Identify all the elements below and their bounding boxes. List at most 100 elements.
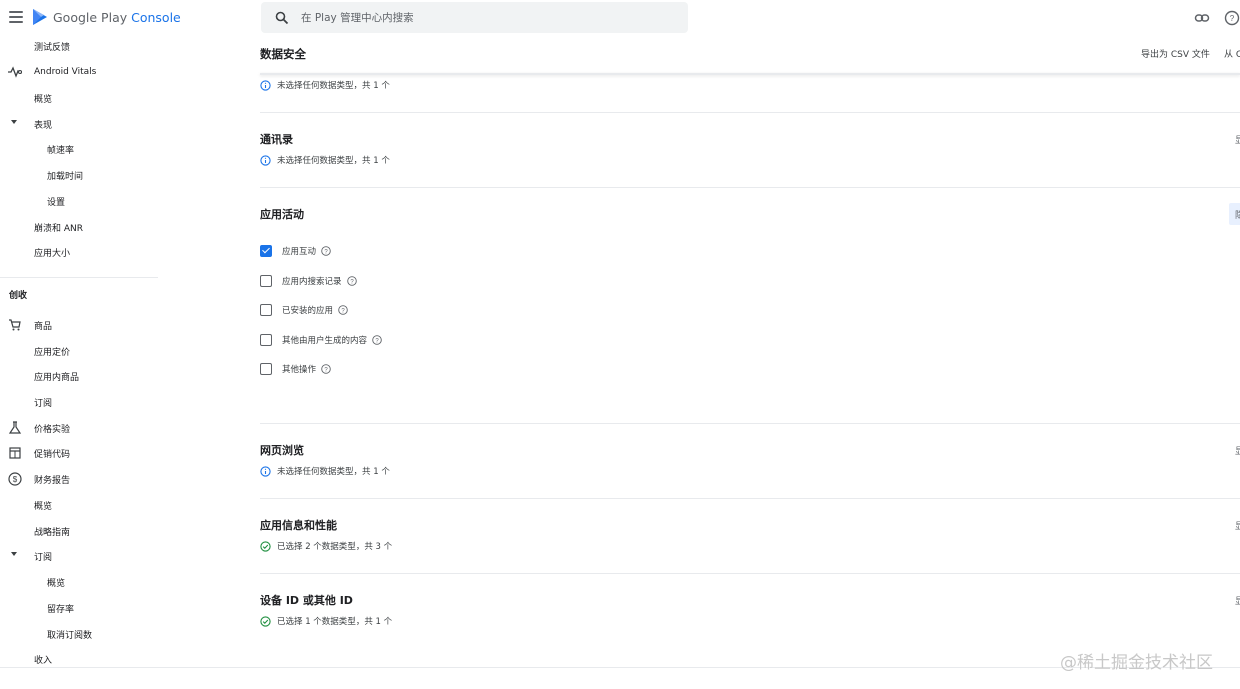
sidebar-item-label: 收入 [34, 655, 53, 666]
sidebar-item-label: 商品 [34, 321, 53, 332]
sidebar-item-promo-codes[interactable]: 促销代码 [9, 443, 71, 463]
sidebar-item-label: 测试反馈 [34, 42, 71, 53]
sidebar-item-subscriptions[interactable]: 订阅 [34, 392, 52, 412]
checkbox-label: 其他操作 [282, 365, 317, 375]
section-title-contacts: 通讯录 [260, 133, 293, 146]
info-text: 未选择任何数据类型，共 1 个 [277, 156, 390, 166]
divider [260, 573, 1240, 574]
import-button[interactable]: 从 C [1224, 47, 1240, 60]
help-icon[interactable]: ? [346, 276, 357, 286]
sidebar-item-label: 应用内商品 [34, 372, 80, 383]
section-toggle-app-info-performance[interactable]: 显 [1235, 519, 1240, 532]
export-csv-button[interactable]: 导出为 CSV 文件 [1141, 47, 1210, 60]
section-toggle-app-activity-label: 隐 [1235, 211, 1240, 221]
checkbox-row-app-interactions[interactable]: 应用互动 ? [260, 245, 331, 257]
sidebar-item-label: 帧速率 [47, 145, 75, 156]
sidebar-item-strategy-guide[interactable]: 战略指南 [34, 521, 70, 541]
sidebar-item-products[interactable]: 商品 [9, 315, 53, 335]
section-toggle-device-id[interactable]: 显 [1235, 594, 1240, 607]
checkbox-checked[interactable] [260, 245, 272, 257]
section-title-app-activity: 应用活动 [260, 208, 304, 221]
svg-text:?: ? [324, 249, 328, 255]
sidebar-item-label: 订阅 [34, 552, 53, 563]
help-icon[interactable]: ? [372, 335, 382, 345]
help-icon[interactable]: ? [321, 246, 331, 256]
section-toggle-web-browsing[interactable]: 显 [1235, 444, 1240, 457]
caret-down-icon [11, 552, 17, 556]
sidebar-item-label: 战略指南 [34, 527, 71, 538]
sidebar-item-label: 促销代码 [34, 449, 71, 460]
checkbox[interactable] [260, 304, 272, 316]
section-toggle-contacts[interactable]: 显 [1235, 133, 1240, 146]
help-icon[interactable]: ? [338, 305, 348, 315]
checkbox-row-installed-apps[interactable]: 已安装的应用 ? [260, 304, 348, 316]
sidebar-item-label: 表现 [34, 120, 53, 131]
google-play-console-logo[interactable]: Google Play Console [32, 8, 181, 26]
sidebar-item-retention[interactable]: 留存率 [47, 598, 74, 618]
info-row: 未选择任何数据类型，共 1 个 [260, 79, 390, 91]
checkbox-label: 应用互动 [282, 247, 317, 257]
sidebar-item-app-size[interactable]: 应用大小 [34, 242, 70, 262]
sidebar-item-load-time[interactable]: 加载时间 [47, 165, 83, 185]
info-row: 已选择 2 个数据类型，共 3 个 [260, 540, 392, 552]
checkbox-row-user-generated-content[interactable]: 其他由用户生成的内容 ? [260, 334, 382, 346]
checkbox[interactable] [260, 275, 272, 287]
sidebar-item-settings[interactable]: 设置 [47, 191, 65, 211]
sidebar-item-label: Android Vitals [34, 67, 97, 77]
sidebar-item-test-feedback[interactable]: 测试反馈 [34, 36, 70, 56]
sidebar-item-frame-rate[interactable]: 帧速率 [47, 139, 74, 159]
sidebar-item-vitals-overview[interactable]: 概览 [34, 88, 52, 108]
sidebar-item-android-vitals[interactable]: Android Vitals [8, 62, 97, 82]
sidebar-item-label: 订阅 [34, 398, 53, 409]
sidebar-item-label: 财务报告 [34, 475, 71, 486]
svg-text:?: ? [324, 367, 328, 373]
checkbox[interactable] [260, 363, 272, 375]
sidebar-item-price-experiments[interactable]: 价格实验 [8, 418, 70, 438]
svg-text:?: ? [375, 338, 379, 344]
vitals-pulse-icon [8, 66, 22, 78]
menu-icon[interactable] [9, 11, 23, 23]
sidebar-item-label: 概览 [34, 94, 53, 105]
sidebar-item-app-pricing[interactable]: 应用定价 [34, 341, 70, 361]
checkbox-label: 已安装的应用 [282, 306, 334, 316]
sidebar-item-label: 概览 [47, 578, 66, 589]
sidebar-item-in-app-products[interactable]: 应用内商品 [34, 366, 79, 386]
sidebar-item-label: 留存率 [47, 604, 75, 615]
info-text: 未选择任何数据类型，共 1 个 [277, 81, 390, 91]
checkbox-label: 应用内搜索记录 [282, 277, 342, 287]
info-row: 未选择任何数据类型，共 1 个 [260, 154, 390, 166]
search-placeholder: 在 Play 管理中心内搜索 [301, 12, 414, 24]
sidebar-item-label: 加载时间 [47, 171, 84, 182]
sidebar-item-finance-overview[interactable]: 概览 [34, 495, 52, 515]
dollar-icon: $ [8, 472, 22, 486]
bottom-action-bar [0, 667, 1240, 689]
sidebar-divider [0, 277, 158, 278]
sidebar-item-financial-reports[interactable]: $ 财务报告 [8, 469, 71, 489]
logo-text: Google Play Console [53, 9, 181, 25]
search-input[interactable]: 在 Play 管理中心内搜索 [261, 2, 688, 33]
sidebar-item-cancellations[interactable]: 取消订阅数 [47, 624, 92, 644]
checkbox-row-other-actions[interactable]: 其他操作 ? [260, 363, 331, 375]
sidebar-item-label: 概览 [34, 501, 53, 512]
checkbox[interactable] [260, 334, 272, 346]
sidebar-item-revenue[interactable]: 收入 [34, 649, 52, 669]
section-title-web-browsing: 网页浏览 [260, 444, 304, 457]
sidebar-section-monetize: 创收 [9, 291, 28, 301]
sidebar-item-performance[interactable]: 表现 [11, 114, 53, 134]
sidebar-item-subscriptions-report[interactable]: 订阅 [11, 546, 53, 566]
sidebar-item-subscriptions-overview[interactable]: 概览 [47, 572, 65, 592]
help-icon[interactable]: ? [321, 364, 331, 374]
link-icon[interactable] [1194, 10, 1210, 26]
checkbox-row-in-app-search[interactable]: 应用内搜索记录 ? [260, 275, 357, 287]
sidebar: 测试反馈 Android Vitals 概览 表现 帧速率 加载时间 设置 崩溃… [0, 36, 160, 689]
info-icon [260, 465, 271, 477]
page-title: 数据安全 [260, 47, 306, 61]
divider [260, 498, 1240, 499]
check-circle-icon [260, 615, 271, 627]
divider [260, 423, 1240, 424]
sidebar-item-crashes-anr[interactable]: 崩溃和 ANR [34, 217, 83, 237]
info-icon [260, 79, 271, 91]
sidebar-item-label: 崩溃和 ANR [34, 223, 84, 234]
help-icon[interactable]: ? [1224, 10, 1240, 26]
info-text: 已选择 1 个数据类型，共 1 个 [277, 617, 393, 627]
